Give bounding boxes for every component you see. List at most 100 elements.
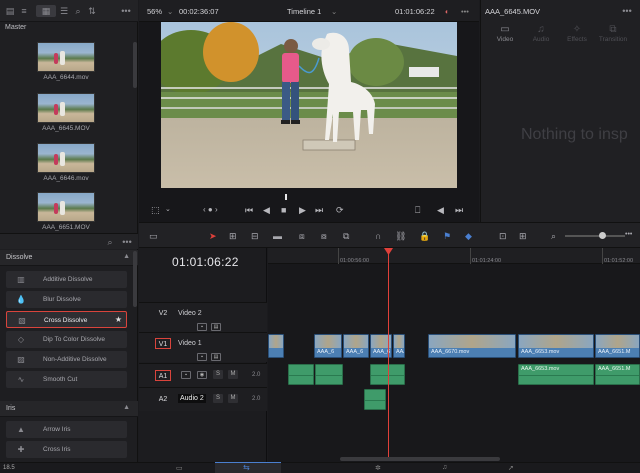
zoom-level[interactable]: 56%: [147, 7, 162, 16]
more-options-icon[interactable]: •••: [120, 5, 132, 17]
overwrite-clip-icon[interactable]: ⧇: [321, 231, 327, 242]
effect-cross-dissolve[interactable]: ▧ Cross Dissolve ★: [6, 311, 127, 328]
timeline-name[interactable]: Timeline 1: [287, 7, 321, 16]
tab-transition[interactable]: ⧉ Transition: [595, 24, 631, 43]
fusion-page-icon[interactable]: ✲: [375, 464, 381, 472]
solo-button[interactable]: S: [213, 370, 223, 379]
media-clip[interactable]: AAA_6645.MOV: [37, 93, 95, 132]
marker-icon[interactable]: ◆: [465, 231, 472, 242]
media-clip[interactable]: AAA_6644.mov: [37, 42, 95, 81]
jog-icon[interactable]: ‹ ● ›: [203, 205, 218, 214]
trim-icon[interactable]: ⊞: [229, 231, 237, 242]
insert-clip-icon[interactable]: ⧈: [299, 231, 305, 242]
flag-icon[interactable]: ⚑: [443, 231, 451, 242]
mute-button[interactable]: M: [228, 394, 238, 403]
audio-clip[interactable]: [315, 364, 343, 385]
track-name[interactable]: Video 2: [178, 310, 202, 317]
track-name[interactable]: Video 1: [178, 340, 202, 347]
media-pool-scrollbar[interactable]: [133, 42, 137, 88]
link-icon[interactable]: ⛓: [395, 231, 406, 242]
timeline-tracks-area[interactable]: 01:00:56:00 01:01:24:00 01:01:52:00 AAA_…: [268, 248, 640, 473]
chevron-down-icon[interactable]: ⌄: [165, 205, 171, 213]
track-header-v1[interactable]: V1 Video 1 ▪ ▤: [139, 332, 267, 362]
more-options-icon[interactable]: •••: [461, 7, 469, 16]
track-id[interactable]: A1: [155, 370, 171, 381]
audio-clip[interactable]: [288, 364, 314, 385]
video-clip[interactable]: AAA_6670.mov: [428, 334, 516, 358]
track-header-v2[interactable]: V2 Video 2 ▪ ▤: [139, 302, 267, 332]
zoom-full-icon[interactable]: ⊡: [499, 231, 507, 242]
effect-smooth-cut[interactable]: ∿ Smooth Cut: [6, 371, 127, 388]
list-view-icon[interactable]: ▤: [4, 5, 16, 17]
more-options-icon[interactable]: •••: [121, 236, 133, 248]
dynamic-trim-icon[interactable]: ⊟: [251, 231, 259, 242]
chevron-down-icon[interactable]: ⌄: [331, 7, 337, 16]
track-id[interactable]: V2: [155, 308, 171, 319]
color-wheel-icon[interactable]: ◐: [445, 7, 450, 16]
play-icon[interactable]: ▶: [299, 205, 306, 216]
track-name[interactable]: Audio 2: [178, 394, 206, 403]
play-reverse-icon[interactable]: ◀: [263, 205, 270, 216]
search-icon[interactable]: ⌕: [104, 236, 116, 248]
track-header-a1[interactable]: A1 ▪ ◉ S M 2.0: [139, 363, 267, 387]
video-clip[interactable]: AAA_6: [314, 334, 342, 358]
loop-icon[interactable]: ⟳: [336, 205, 344, 216]
audio-clip[interactable]: AAA_6653.mov: [518, 364, 594, 385]
favorite-star-icon[interactable]: ★: [115, 315, 122, 324]
video-clip[interactable]: [268, 334, 284, 358]
edit-page-tab[interactable]: ⇆: [215, 462, 281, 473]
last-frame-icon[interactable]: ⏭: [315, 205, 323, 216]
effect-cross-iris[interactable]: ✚ Cross Iris: [6, 441, 127, 458]
tab-video[interactable]: ▭ Video: [487, 24, 523, 43]
zoom-slider-handle[interactable]: [599, 232, 606, 239]
track-id[interactable]: V1: [155, 338, 171, 349]
chevron-down-icon[interactable]: ⌄: [167, 7, 173, 16]
playhead-line[interactable]: [388, 248, 389, 458]
zoom-detail-icon[interactable]: ⊞: [519, 231, 527, 242]
solo-button[interactable]: S: [213, 394, 223, 403]
media-clip[interactable]: AAA_6651.MOV: [37, 192, 95, 231]
track-lock-icon[interactable]: ▪: [197, 323, 207, 331]
track-lock-icon[interactable]: ▪: [181, 371, 191, 379]
more-options-icon[interactable]: •••: [625, 231, 632, 238]
viewer-size-icon[interactable]: ⬚: [151, 205, 160, 216]
track-header-a2[interactable]: A2 Audio 2 S M 2.0: [139, 387, 267, 411]
mark-in-icon[interactable]: ⎕: [415, 205, 420, 216]
media-page-icon[interactable]: ▭: [176, 464, 183, 472]
dissolve-section-header[interactable]: Dissolve ▲: [0, 250, 138, 266]
media-clip[interactable]: AAA_6646.mov: [37, 143, 95, 182]
video-clip[interactable]: AAA: [393, 334, 405, 358]
tab-audio[interactable]: ♫ Audio: [523, 24, 559, 43]
mark-out-icon[interactable]: ⏭: [455, 205, 463, 216]
tab-effects[interactable]: ✧ Effects: [559, 24, 595, 43]
video-preview[interactable]: [161, 22, 457, 188]
replace-clip-icon[interactable]: ⧉: [343, 231, 349, 242]
blade-icon[interactable]: ▬: [273, 231, 282, 241]
audio-clip[interactable]: [364, 389, 386, 410]
fairlight-page-icon[interactable]: ♫: [442, 464, 447, 471]
iris-section-header[interactable]: Iris ▲: [0, 401, 138, 417]
thumbnail-view-icon[interactable]: ▦: [36, 5, 56, 17]
sort-icon[interactable]: ⇅: [86, 5, 98, 17]
video-clip[interactable]: AAA_6651.M: [595, 334, 640, 358]
track-id[interactable]: A2: [155, 394, 171, 405]
track-video-toggle-icon[interactable]: ▤: [211, 353, 221, 361]
master-bin-label[interactable]: Master: [5, 24, 26, 31]
audio-clip[interactable]: AAA_6651.M: [595, 364, 640, 385]
effect-additive-dissolve[interactable]: ▥ Additive Dissolve: [6, 271, 127, 288]
selection-pointer-icon[interactable]: ➤: [209, 231, 217, 242]
track-video-toggle-icon[interactable]: ▤: [211, 323, 221, 331]
video-clip[interactable]: AAA_6: [343, 334, 369, 358]
effect-blur-dissolve[interactable]: 💧 Blur Dissolve: [6, 291, 127, 308]
lock-icon[interactable]: 🔒: [419, 231, 430, 242]
more-options-icon[interactable]: •••: [621, 5, 633, 17]
deliver-page-icon[interactable]: ➚: [508, 464, 514, 472]
track-lock-icon[interactable]: ▪: [197, 353, 207, 361]
layout-icon[interactable]: ▭: [149, 231, 158, 242]
timeline-ruler[interactable]: 01:00:56:00 01:01:24:00 01:01:52:00: [268, 248, 640, 264]
stop-icon[interactable]: ■: [281, 205, 286, 215]
list-icon[interactable]: ☰: [58, 5, 70, 17]
track-audio-toggle-icon[interactable]: ◉: [197, 371, 207, 379]
mark-icon[interactable]: ◀: [437, 205, 444, 216]
effect-arrow-iris[interactable]: ▲ Arrow Iris: [6, 421, 127, 438]
